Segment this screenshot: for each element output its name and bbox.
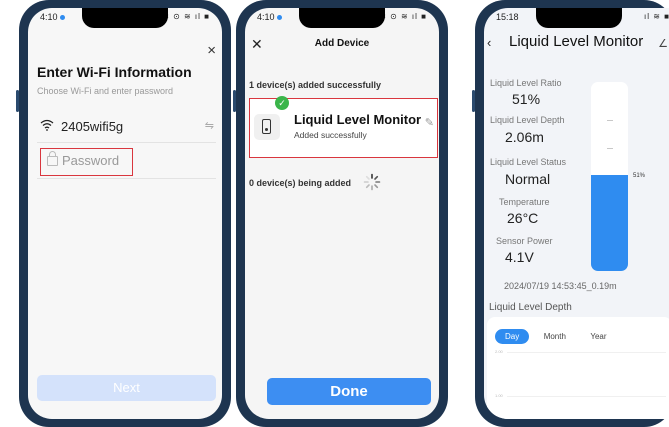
tab-year[interactable]: Year	[580, 329, 616, 344]
page-title: Liquid Level Monitor	[509, 33, 644, 50]
phone-wifi-setup: 4:10 ✽ ⊙ ≋ ıl ■ × Enter Wi-Fi Informatio…	[16, 0, 231, 427]
monitor-screen: 15:18 ıl ≋ ■ ‹ Liquid Level Monitor ∠ Li…	[484, 8, 669, 419]
password-field-highlight	[40, 148, 133, 176]
loading-spinner-icon	[363, 173, 381, 191]
metric-value: 4.1V	[505, 249, 534, 265]
axis-label: 1.00	[495, 393, 503, 398]
page-title: Add Device	[314, 38, 370, 49]
status-icons: ıl ≋ ■	[644, 12, 669, 21]
metric-label: Temperature	[499, 197, 550, 207]
sensor-icon	[262, 119, 271, 134]
done-button[interactable]: Done	[267, 378, 431, 405]
metric-value: 2.06m	[505, 129, 544, 145]
volume-button	[472, 90, 475, 112]
edit-icon[interactable]: ✎	[425, 116, 434, 129]
status-icons: ✽ ⊙ ≋ ıl ■	[162, 12, 210, 21]
device-status: Added successfully	[294, 130, 367, 140]
status-time: 4:10	[257, 12, 282, 22]
tab-day[interactable]: Day	[495, 329, 530, 344]
metric-label: Liquid Level Status	[490, 157, 567, 167]
metric-label: Sensor Power	[496, 236, 553, 246]
back-icon[interactable]: ‹	[487, 35, 491, 50]
next-button[interactable]: Next	[37, 375, 216, 401]
status-time: 15:18	[496, 12, 519, 22]
notch	[299, 8, 385, 28]
swap-icon[interactable]: ⇋	[205, 119, 214, 132]
reading-timestamp: 2024/07/19 14:53:45_0.19m	[504, 281, 617, 291]
page-subtitle: Choose Wi-Fi and enter password	[37, 86, 174, 96]
status-icons: ✽ ⊙ ≋ ıl ■	[379, 12, 427, 21]
wifi-setup-screen: 4:10 ✽ ⊙ ≋ ıl ■ × Enter Wi-Fi Informatio…	[28, 8, 222, 419]
device-thumbnail	[254, 114, 280, 140]
added-count-text: 1 device(s) added successfully	[249, 80, 382, 90]
metric-value: Normal	[505, 171, 551, 187]
metric-label: Liquid Level Depth	[490, 115, 565, 125]
device-name: Liquid Level Monitor	[294, 112, 422, 127]
liquid-level-tank	[591, 82, 628, 271]
notch	[82, 8, 168, 28]
chart-title: Liquid Level Depth	[489, 302, 572, 313]
axis-label: 2.00	[495, 349, 503, 354]
tank-tick	[607, 148, 613, 149]
password-input[interactable]	[62, 153, 130, 168]
wifi-ssid: 2405wifi5g	[61, 119, 124, 134]
metric-value: 51%	[512, 91, 541, 107]
tank-fill	[591, 174, 628, 271]
add-device-screen: 4:10 ✽ ⊙ ≋ ıl ■ ✕ Add Device 1 device(s)…	[245, 8, 439, 419]
period-tabs: Day Month Year	[495, 326, 617, 344]
status-time: 4:10	[40, 12, 65, 22]
wifi-network-row[interactable]: 2405wifi5g ⇋	[37, 112, 216, 143]
check-icon: ✓	[275, 96, 289, 110]
password-row	[37, 146, 216, 179]
tank-level-label: 51%	[633, 173, 646, 179]
metric-label: Liquid Level Ratio	[490, 78, 562, 88]
phone-add-device: 4:10 ✽ ⊙ ≋ ıl ■ ✕ Add Device 1 device(s)…	[233, 0, 448, 427]
volume-button	[16, 90, 19, 112]
notch	[536, 8, 622, 28]
adding-count-text: 0 device(s) being added	[249, 178, 352, 188]
volume-button	[233, 90, 236, 112]
grid-line	[507, 396, 666, 397]
wifi-icon	[40, 119, 54, 131]
metric-value: 26°C	[507, 210, 539, 226]
page-title: Enter Wi-Fi Information	[37, 64, 192, 80]
lock-icon	[47, 151, 58, 166]
edit-icon[interactable]: ∠	[658, 37, 668, 50]
close-icon[interactable]: ×	[207, 42, 216, 59]
tank-tick	[607, 120, 613, 121]
chart-panel: Day Month Year 2.00 1.00	[487, 317, 669, 419]
grid-line	[507, 352, 666, 353]
phone-monitor-detail: 15:18 ıl ≋ ■ ‹ Liquid Level Monitor ∠ Li…	[472, 0, 669, 427]
tab-month[interactable]: Month	[534, 329, 576, 344]
device-card[interactable]: ✓ Liquid Level Monitor Added successfull…	[249, 96, 438, 158]
